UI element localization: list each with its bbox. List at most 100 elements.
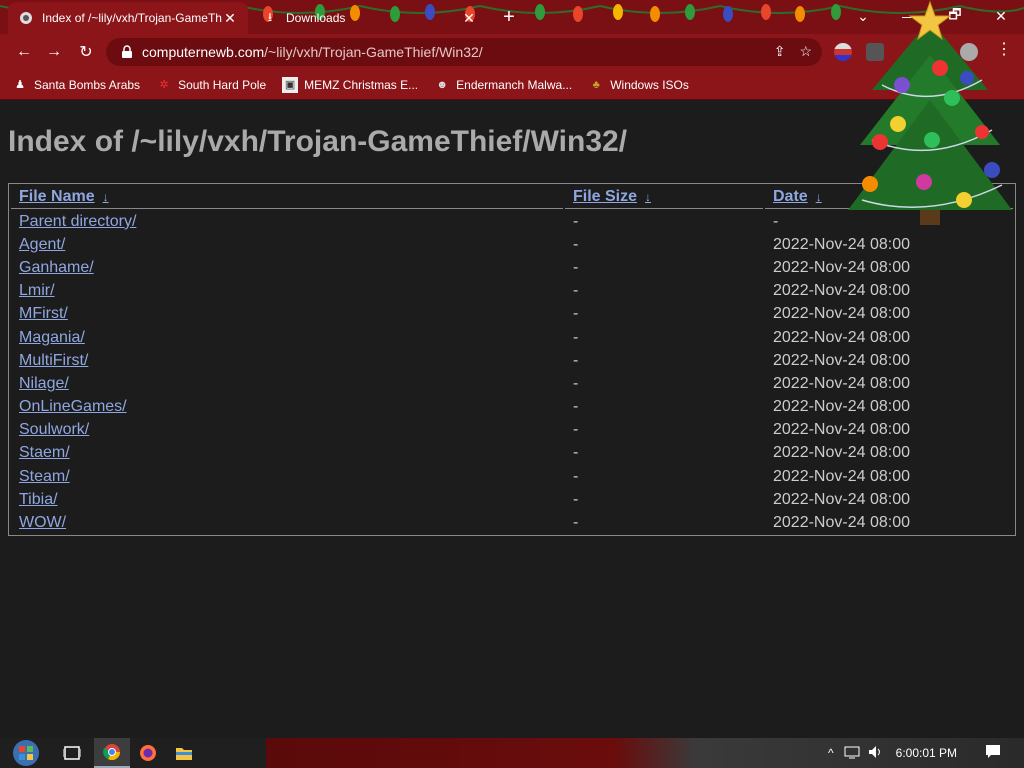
url-path: /~lily/vxh/Trojan-GameThief/Win32/ bbox=[264, 44, 483, 60]
tab-index-of[interactable]: Index of /~lily/vxh/Trojan-GameThief/Win… bbox=[8, 2, 248, 34]
task-view-icon bbox=[63, 746, 81, 760]
url-host: computernewb.com bbox=[142, 44, 265, 60]
bookmark-south-hard-pole[interactable]: ✲ South Hard Pole bbox=[156, 77, 266, 93]
sort-arrow-icon[interactable]: ↓ bbox=[103, 190, 109, 204]
sort-by-name-link[interactable]: File Name bbox=[19, 188, 95, 205]
file-link[interactable]: Staem/ bbox=[19, 444, 70, 461]
bookmark-windows-isos[interactable]: ♣ Windows ISOs bbox=[588, 77, 689, 93]
taskbar-firefox[interactable] bbox=[130, 738, 166, 768]
network-icon[interactable] bbox=[844, 745, 860, 762]
reload-button[interactable]: ↻ bbox=[74, 40, 98, 64]
show-hidden-icons-button[interactable]: ^ bbox=[828, 746, 834, 760]
taskbar-chrome[interactable] bbox=[94, 738, 130, 768]
file-name-cell: OnLineGames/ bbox=[11, 397, 563, 418]
file-name-cell: MFirst/ bbox=[11, 304, 563, 325]
taskbar-file-explorer[interactable] bbox=[166, 738, 202, 768]
file-link[interactable]: Tibia/ bbox=[19, 491, 58, 508]
file-size-cell: - bbox=[573, 398, 579, 416]
table-row: Nilage/ - 2022-Nov-24 08:00 bbox=[11, 373, 1013, 394]
file-link[interactable]: Parent directory/ bbox=[19, 213, 136, 230]
sort-arrow-icon[interactable]: ↓ bbox=[645, 190, 651, 204]
volume-icon[interactable] bbox=[868, 745, 884, 762]
bookmark-santa-bombs-arabs[interactable]: ♟ Santa Bombs Arabs bbox=[12, 77, 140, 93]
file-name-cell: Tibia/ bbox=[11, 489, 563, 510]
windows-logo-icon bbox=[13, 740, 39, 766]
file-name-cell: Steam/ bbox=[11, 466, 563, 487]
file-link[interactable]: MFirst/ bbox=[19, 305, 68, 322]
table-row: MultiFirst/ - 2022-Nov-24 08:00 bbox=[11, 350, 1013, 371]
file-link[interactable]: WOW/ bbox=[19, 514, 66, 531]
table-row: Steam/ - 2022-Nov-24 08:00 bbox=[11, 466, 1013, 487]
share-icon[interactable]: ⇪ bbox=[774, 43, 786, 60]
chrome-icon bbox=[103, 744, 121, 761]
sort-by-size-link[interactable]: File Size bbox=[573, 188, 637, 205]
file-name-cell: MultiFirst/ bbox=[11, 350, 563, 371]
notifications-icon[interactable] bbox=[985, 744, 1001, 763]
task-view-button[interactable] bbox=[54, 738, 90, 768]
table-row: MFirst/ - 2022-Nov-24 08:00 bbox=[11, 304, 1013, 325]
date-cell: 2022-Nov-24 08:00 bbox=[773, 490, 910, 508]
table-row: WOW/ - 2022-Nov-24 08:00 bbox=[11, 512, 1013, 533]
date-cell: 2022-Nov-24 08:00 bbox=[773, 258, 910, 276]
date-cell: 2022-Nov-24 08:00 bbox=[773, 444, 910, 462]
bookmark-label: South Hard Pole bbox=[178, 77, 267, 92]
file-name-cell: Agent/ bbox=[11, 234, 563, 255]
new-tab-button[interactable]: + bbox=[498, 6, 520, 28]
file-link[interactable]: MultiFirst/ bbox=[19, 352, 88, 369]
date-cell: 2022-Nov-24 08:00 bbox=[773, 328, 910, 346]
file-link[interactable]: Agent/ bbox=[19, 236, 65, 253]
table-row: OnLineGames/ - 2022-Nov-24 08:00 bbox=[11, 397, 1013, 418]
file-link[interactable]: Magania/ bbox=[19, 329, 85, 346]
date-cell: 2022-Nov-24 08:00 bbox=[773, 235, 910, 253]
file-size-cell: - bbox=[573, 467, 579, 485]
tab-label: Index of /~lily/vxh/Trojan-GameThief/Win… bbox=[42, 11, 222, 25]
back-button[interactable]: ← bbox=[12, 40, 36, 64]
page-title: Index of /~lily/vxh/Trojan-GameThief/Win… bbox=[8, 125, 628, 158]
file-link[interactable]: Soulwork/ bbox=[19, 421, 89, 438]
snowflake-icon: ✲ bbox=[159, 79, 169, 91]
file-link[interactable]: Steam/ bbox=[19, 468, 70, 485]
file-name-cell: Ganhame/ bbox=[11, 257, 563, 278]
start-button[interactable] bbox=[6, 738, 46, 768]
date-cell: 2022-Nov-24 08:00 bbox=[773, 374, 910, 392]
sort-arrow-icon[interactable]: ↓ bbox=[816, 190, 822, 204]
file-name-cell: WOW/ bbox=[11, 512, 563, 533]
bookmark-star-icon[interactable]: ☆ bbox=[799, 43, 812, 60]
file-size-cell: - bbox=[573, 235, 579, 253]
folder-icon bbox=[176, 748, 192, 760]
sort-by-date-link[interactable]: Date bbox=[773, 188, 808, 205]
system-tray: ^ 6:00:01 PM bbox=[828, 738, 1001, 768]
close-icon[interactable]: ✕ bbox=[461, 10, 477, 26]
firefox-icon bbox=[140, 745, 156, 761]
file-name-cell: Staem/ bbox=[11, 443, 563, 464]
file-link[interactable]: OnLineGames/ bbox=[19, 398, 127, 415]
file-link[interactable]: Lmir/ bbox=[19, 282, 55, 299]
file-size-cell: - bbox=[573, 514, 579, 532]
table-row: Agent/ - 2022-Nov-24 08:00 bbox=[11, 234, 1013, 255]
santa-icon: ♟ bbox=[15, 79, 25, 91]
date-cell: 2022-Nov-24 08:00 bbox=[773, 282, 910, 300]
table-row: Ganhame/ - 2022-Nov-24 08:00 bbox=[11, 257, 1013, 278]
clock[interactable]: 6:00:01 PM bbox=[896, 746, 957, 760]
date-cell: 2022-Nov-24 08:00 bbox=[773, 421, 910, 439]
forward-button[interactable]: → bbox=[42, 40, 66, 64]
close-icon[interactable]: ✕ bbox=[222, 10, 238, 26]
page-favicon-icon bbox=[18, 10, 34, 26]
memz-icon: ▣ bbox=[282, 76, 299, 93]
file-name-cell: Magania/ bbox=[11, 327, 563, 348]
tab-downloads[interactable]: ⭳ Downloads ✕ bbox=[252, 2, 487, 34]
file-link[interactable]: Ganhame/ bbox=[19, 259, 94, 276]
bookmark-memz-christmas[interactable]: ▣ MEMZ Christmas E... bbox=[282, 76, 418, 93]
date-cell: 2022-Nov-24 08:00 bbox=[773, 351, 910, 369]
address-bar[interactable]: computernewb.com /~lily/vxh/Trojan-GameT… bbox=[106, 38, 822, 66]
table-row: Magania/ - 2022-Nov-24 08:00 bbox=[11, 327, 1013, 348]
bookmark-endermanch-malware[interactable]: ☻ Endermanch Malwa... bbox=[434, 77, 572, 93]
file-link[interactable]: Nilage/ bbox=[19, 375, 69, 392]
bookmark-label: Santa Bombs Arabs bbox=[34, 77, 141, 92]
file-size-cell: - bbox=[573, 374, 579, 392]
date-cell: 2022-Nov-24 08:00 bbox=[773, 467, 910, 485]
column-header-file-size: File Size ↓ bbox=[565, 186, 763, 209]
file-size-cell: - bbox=[573, 258, 579, 276]
bookmark-label: Windows ISOs bbox=[610, 77, 689, 92]
tab-label: Downloads bbox=[286, 11, 346, 25]
